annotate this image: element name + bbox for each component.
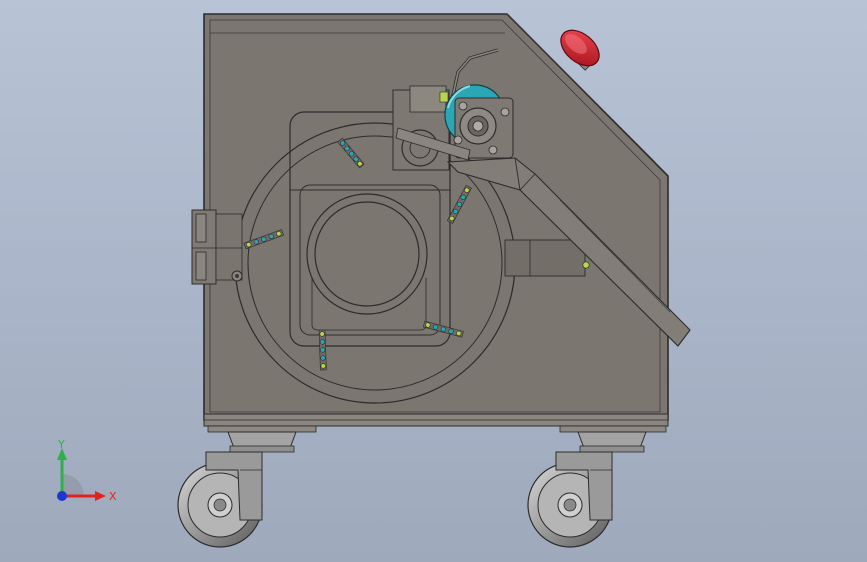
cad-viewport[interactable] (0, 0, 867, 562)
caster-right[interactable] (527, 431, 647, 548)
door-hinge[interactable] (191, 209, 243, 285)
x-axis-label: X (109, 490, 117, 503)
coordinate-triad: Y X (40, 438, 130, 518)
z-axis-dot-icon (57, 491, 67, 501)
caster-left[interactable] (177, 431, 297, 548)
emergency-stop-button[interactable] (554, 23, 606, 73)
machine-housing[interactable] (203, 13, 669, 433)
y-axis-label: Y (57, 438, 65, 451)
